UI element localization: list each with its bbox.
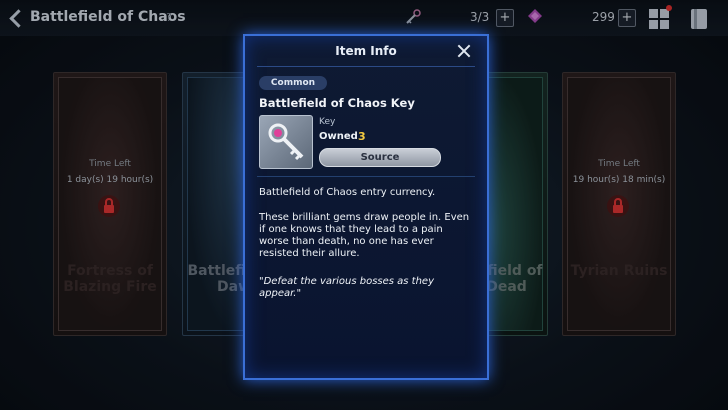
item-type: Key — [319, 117, 336, 127]
source-button[interactable]: Source — [319, 148, 441, 167]
divider — [257, 176, 475, 177]
chaos-key-icon — [268, 123, 304, 161]
rarity-badge: Common — [259, 76, 327, 90]
item-lore: These brilliant gems draw people in. Eve… — [259, 212, 470, 259]
owned-value: 3 — [358, 130, 366, 143]
modal-title: Item Info — [335, 44, 397, 58]
item-thumbnail — [259, 115, 313, 169]
item-hint: "Defeat the various bosses as they appea… — [259, 276, 434, 299]
owned-label: Owned — [319, 131, 358, 142]
item-description: Battlefield of Chaos entry currency. — [259, 187, 436, 198]
item-info-modal: Item Info Common Battlefield of Chaos Ke… — [243, 34, 489, 380]
close-icon[interactable] — [457, 44, 471, 58]
divider — [257, 66, 475, 67]
item-name: Battlefield of Chaos Key — [259, 96, 415, 110]
